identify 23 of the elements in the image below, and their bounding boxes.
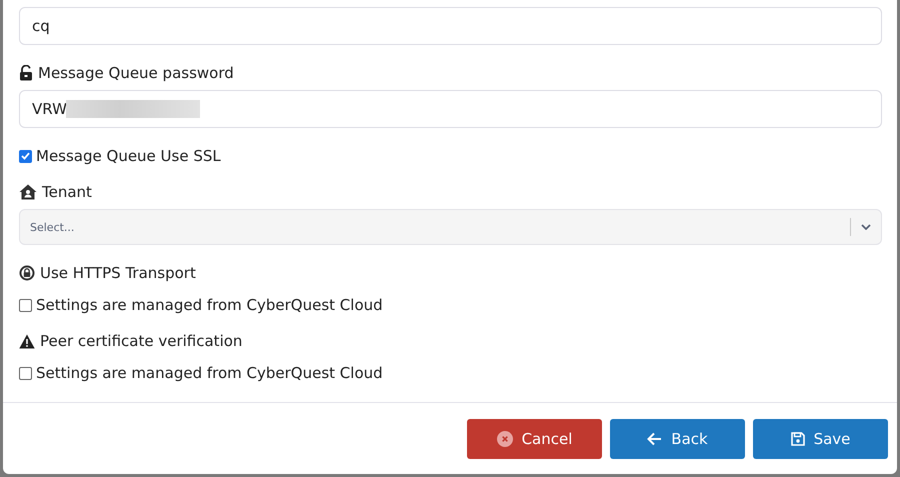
arrow-left-icon bbox=[647, 432, 662, 446]
select-field[interactable]: Select... bbox=[19, 209, 882, 245]
warning-icon bbox=[19, 334, 35, 348]
back-button[interactable]: Back bbox=[610, 419, 745, 459]
field-label: Use HTTPS Transport bbox=[40, 264, 196, 282]
checkbox-label: Message Queue Use SSL bbox=[36, 147, 221, 165]
text-field[interactable]: cq bbox=[19, 7, 882, 45]
field-label: Message Queue password bbox=[38, 64, 234, 82]
text-field[interactable]: VRW bbox=[19, 90, 882, 128]
checkbox-label: Settings are managed from CyberQuest Cloud bbox=[36, 296, 383, 314]
checkbox[interactable] bbox=[19, 298, 32, 312]
checkbox-label: Settings are managed from CyberQuest Cloud bbox=[36, 364, 383, 382]
unlocked-padlock-icon bbox=[19, 65, 33, 81]
field-label: Peer certificate verification bbox=[40, 332, 242, 350]
close-icon bbox=[496, 431, 513, 447]
save-button[interactable]: Save bbox=[753, 419, 888, 459]
house-user-icon bbox=[19, 184, 37, 200]
lock-circle-icon bbox=[19, 265, 35, 281]
checkbox[interactable] bbox=[19, 366, 32, 380]
checkbox[interactable] bbox=[19, 150, 32, 162]
chevron-down-icon bbox=[861, 224, 871, 230]
cancel-button[interactable]: Cancel bbox=[467, 419, 602, 459]
field-label: Tenant bbox=[42, 183, 92, 201]
